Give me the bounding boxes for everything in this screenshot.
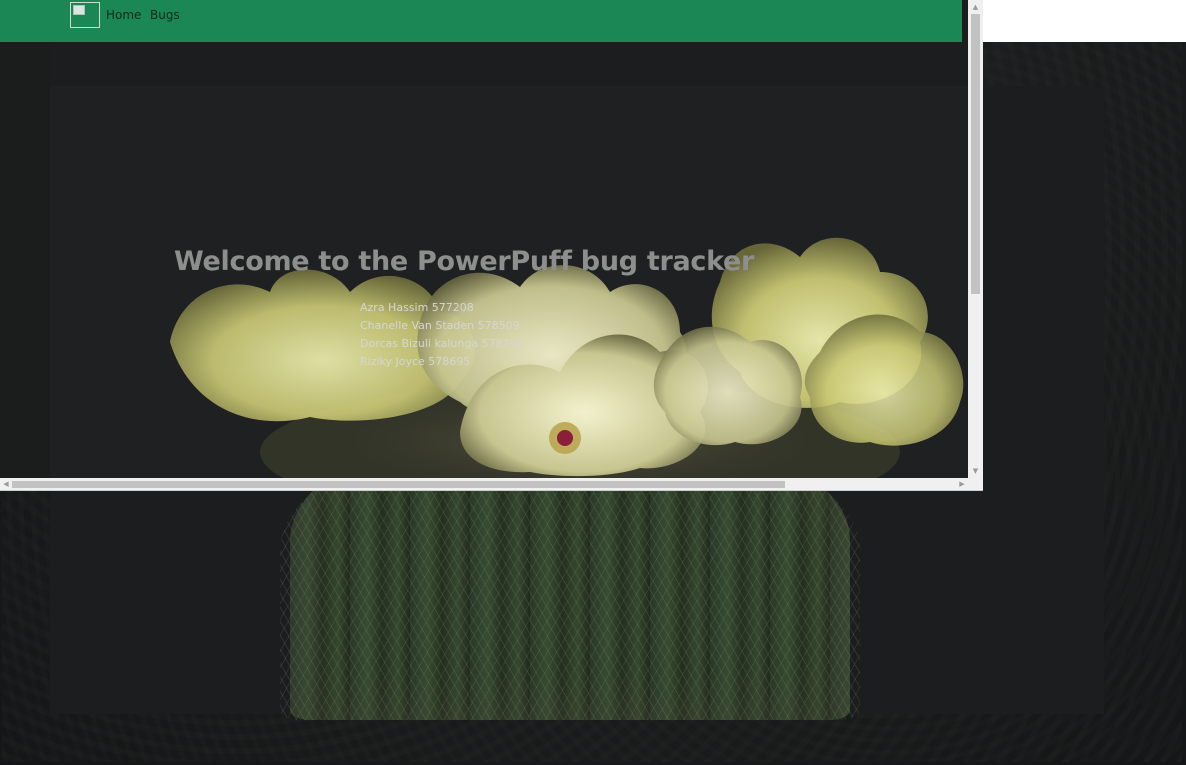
nav-link-bugs[interactable]: Bugs <box>150 8 180 22</box>
inner-frame: Home Bugs Welcome to the PowerPuff bug t… <box>0 0 983 491</box>
team-member: Azra Hassim 577208 <box>360 301 474 314</box>
outer-top-right-blank <box>983 0 1186 42</box>
broken-image-icon[interactable] <box>70 2 100 28</box>
frame-border <box>0 490 983 491</box>
navbar: Home Bugs <box>0 0 962 42</box>
team-member-list: Azra Hassim 577208 Chanelle Van Staden 5… <box>360 299 524 371</box>
cactus-flowers-image <box>170 237 964 478</box>
team-member: Dorcas Bizuli kalunga 578240 <box>360 337 524 350</box>
page-title: Welcome to the PowerPuff bug tracker <box>174 246 755 277</box>
main-content: Welcome to the PowerPuff bug tracker Azr… <box>0 42 968 478</box>
team-member: Chanelle Van Staden 578509 <box>360 319 520 332</box>
broken-image-glyph <box>73 5 85 15</box>
arrow-down-icon[interactable]: ▼ <box>968 464 983 478</box>
nav-link-home[interactable]: Home <box>106 8 141 22</box>
vertical-scrollbar[interactable]: ▲ ▼ <box>968 0 983 478</box>
content-left-margin <box>0 42 50 478</box>
vertical-scroll-thumb[interactable] <box>971 14 980 294</box>
team-member: Riziky Joyce 578695 <box>360 355 471 368</box>
horizontal-scroll-thumb[interactable] <box>12 481 785 488</box>
arrow-up-icon[interactable]: ▲ <box>968 0 983 14</box>
